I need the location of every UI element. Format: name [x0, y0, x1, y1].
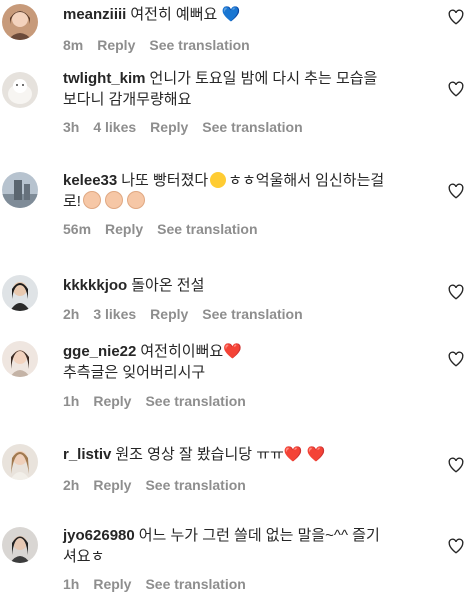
comment-list: meanziiii 여전히 예뻐요 💙 8m Reply See translat…	[0, 0, 474, 600]
blue-heart-emoji-icon: 💙	[221, 6, 241, 23]
baby-emoji-icon	[82, 191, 101, 209]
username[interactable]: r_listiv	[63, 446, 111, 463]
see-translation-button[interactable]: See translation	[202, 119, 302, 135]
comment-text: gge_nie22 여전히이뻐요❤️ 추측글은 잊어버리시구	[63, 341, 393, 383]
see-translation-button[interactable]: See translation	[145, 576, 245, 592]
username[interactable]: kelee33	[63, 172, 117, 189]
comment-content: 원조 영상 잘 봤습니당 ㅠㅠ	[115, 446, 284, 463]
reply-button[interactable]: Reply	[93, 393, 131, 409]
heart-outline-icon[interactable]	[447, 283, 465, 301]
comment-text: kelee33 나또 빵터졌다 ㅎㅎ억울해서 임신하는걸로!	[63, 170, 393, 212]
red-heart-emoji-icon: ❤️	[223, 343, 242, 360]
see-translation-button[interactable]: See translation	[145, 477, 245, 493]
likes-count[interactable]: 3 likes	[93, 306, 136, 322]
username[interactable]: jyo626980	[63, 527, 135, 544]
timestamp: 8m	[63, 37, 84, 53]
avatar[interactable]	[2, 172, 38, 208]
reply-button[interactable]: Reply	[97, 37, 135, 53]
comment-text: kkkkkjoo 돌아온 전설	[63, 275, 393, 296]
heart-outline-icon[interactable]	[447, 350, 465, 368]
avatar[interactable]	[2, 444, 38, 480]
avatar[interactable]	[2, 4, 38, 40]
timestamp: 2h	[63, 306, 80, 322]
reply-button[interactable]: Reply	[150, 119, 188, 135]
baby-emoji-icon	[104, 191, 123, 209]
comment-content: 여전히이뻐요	[140, 343, 224, 360]
comment-text: meanziiii 여전히 예뻐요 💙	[63, 4, 393, 25]
see-translation-button[interactable]: See translation	[202, 306, 302, 322]
username[interactable]: gge_nie22	[63, 343, 136, 360]
username[interactable]: twlight_kim	[63, 70, 146, 87]
likes-count[interactable]: 4 likes	[93, 119, 136, 135]
reply-button[interactable]: Reply	[105, 221, 143, 237]
comment-content: 돌아온 전설	[131, 277, 205, 294]
heart-outline-icon[interactable]	[447, 8, 465, 26]
timestamp: 1h	[63, 576, 80, 592]
username[interactable]: meanziiii	[63, 6, 126, 23]
comment-content-continued: 추측글은 잊어버리시구	[63, 364, 206, 381]
rofl-emoji-icon	[210, 172, 227, 188]
avatar[interactable]	[2, 527, 38, 563]
timestamp: 1h	[63, 393, 80, 409]
see-translation-button[interactable]: See translation	[149, 37, 249, 53]
comment-text: jyo626980 어느 누가 그런 쓸데 없는 말을~^^ 즐기셔요ㅎ	[63, 525, 393, 567]
avatar[interactable]	[2, 72, 38, 108]
timestamp: 56m	[63, 221, 92, 237]
avatar[interactable]	[2, 341, 38, 377]
avatar[interactable]	[2, 275, 38, 311]
reply-button[interactable]: Reply	[93, 477, 131, 493]
see-translation-button[interactable]: See translation	[145, 393, 245, 409]
see-translation-button[interactable]: See translation	[157, 221, 257, 237]
timestamp: 2h	[63, 477, 80, 493]
comment-content: 나또 빵터졌다	[121, 172, 209, 189]
red-heart-emoji-icon: ❤️	[306, 446, 326, 463]
heart-outline-icon[interactable]	[447, 456, 465, 474]
heart-outline-icon[interactable]	[447, 537, 465, 555]
baby-emoji-icon	[126, 191, 145, 209]
username[interactable]: kkkkkjoo	[63, 277, 127, 294]
comment-content: 여전히 예뻐요	[130, 6, 218, 23]
timestamp: 3h	[63, 119, 80, 135]
reply-button[interactable]: Reply	[93, 576, 131, 592]
comment-text: r_listiv 원조 영상 잘 봤습니당 ㅠㅠ❤️ ❤️	[63, 444, 393, 465]
comment-text: twlight_kim 언니가 토요일 밤에 다시 추는 모습을 보다니 감개무량…	[63, 68, 393, 110]
red-heart-emoji-icon: ❤️	[283, 446, 303, 463]
heart-outline-icon[interactable]	[447, 182, 465, 200]
heart-outline-icon[interactable]	[447, 80, 465, 98]
reply-button[interactable]: Reply	[150, 306, 188, 322]
